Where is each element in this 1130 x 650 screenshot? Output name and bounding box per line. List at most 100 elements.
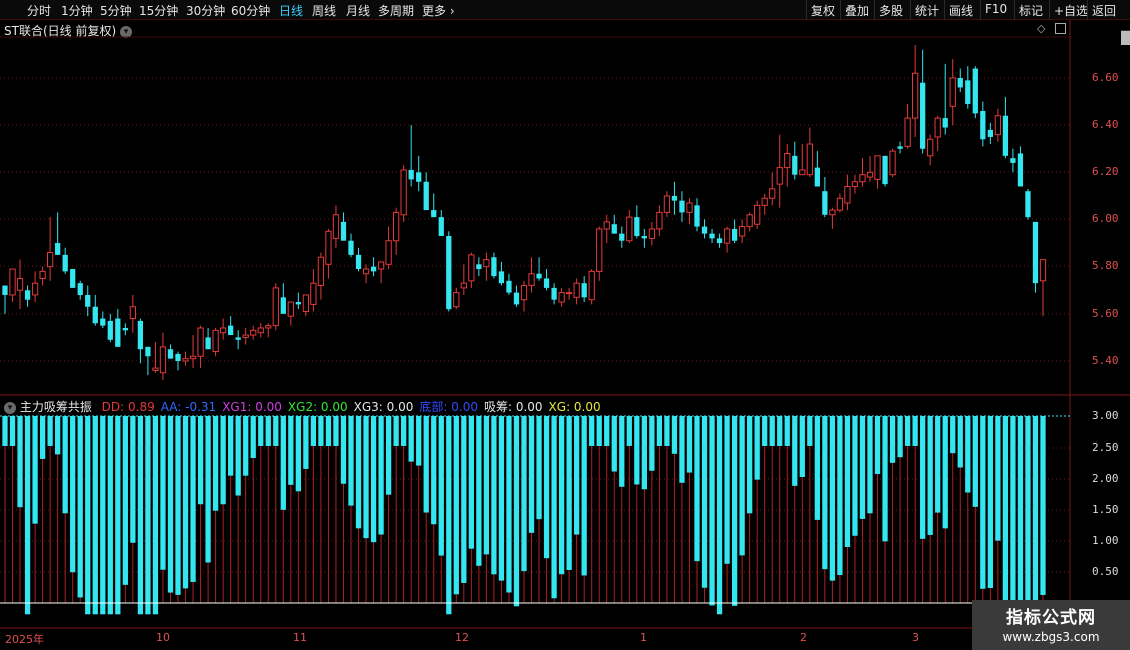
indicator-cyan-bar bbox=[115, 416, 121, 615]
indicator-cyan-bar bbox=[295, 416, 301, 492]
indicator-cyan-bar bbox=[799, 416, 805, 478]
indicator-cyan-bar bbox=[814, 416, 820, 520]
indicator-cyan-bar bbox=[1010, 416, 1016, 615]
indicator-cyan-bar bbox=[39, 416, 46, 459]
candle-body bbox=[92, 306, 98, 324]
candle-body bbox=[686, 202, 693, 213]
candle-body bbox=[235, 337, 241, 340]
candle-body bbox=[431, 210, 437, 218]
candle-body bbox=[46, 252, 54, 268]
indicator-cyan-bar bbox=[160, 416, 166, 570]
kline-chart[interactable] bbox=[0, 0, 1130, 650]
indicator-cyan-bar bbox=[912, 416, 918, 446]
indicator-cyan-bar bbox=[370, 416, 377, 543]
candle-body bbox=[70, 269, 76, 288]
candle-body bbox=[551, 287, 557, 300]
candle-body bbox=[1002, 115, 1009, 156]
indicator-cyan-bar bbox=[829, 416, 836, 581]
indicator-cyan-bar bbox=[393, 416, 399, 446]
candle-body bbox=[468, 254, 475, 282]
indicator-cyan-bar bbox=[987, 416, 993, 589]
indicator-cyan-bar bbox=[950, 416, 956, 454]
candle-body bbox=[596, 228, 603, 272]
indicator-cyan-bar bbox=[9, 416, 16, 446]
indicator-cyan-bar bbox=[280, 416, 286, 510]
indicator-cyan-bar bbox=[1002, 416, 1009, 615]
indicator-cyan-bar bbox=[348, 416, 354, 506]
indicator-cyan-bar bbox=[55, 416, 61, 455]
candle-body bbox=[716, 238, 723, 244]
indicator-tick: 3.00 bbox=[1092, 409, 1119, 422]
candle-body bbox=[634, 217, 640, 237]
indicator-cyan-bar bbox=[265, 416, 271, 446]
indicator-cyan-bar bbox=[273, 416, 279, 446]
candle-body bbox=[671, 195, 678, 201]
candle-body bbox=[520, 285, 528, 301]
indicator-cyan-bar bbox=[250, 416, 256, 459]
candle-body bbox=[355, 254, 362, 270]
indicator-cyan-bar bbox=[303, 416, 309, 469]
indicator-cyan-bar bbox=[438, 416, 444, 556]
candle-body bbox=[416, 172, 422, 182]
candle-body bbox=[219, 327, 227, 334]
indicator-tick: 1.00 bbox=[1092, 534, 1119, 547]
candle-body bbox=[137, 320, 144, 350]
candle-body bbox=[85, 294, 91, 307]
indicator-cyan-bar bbox=[581, 416, 587, 576]
indicator-cyan-bar bbox=[325, 416, 332, 446]
candle-body bbox=[332, 214, 340, 239]
price-tick: 6.40 bbox=[1092, 118, 1119, 131]
indicator-cyan-bar bbox=[476, 416, 482, 566]
indicator-cyan-bar bbox=[859, 416, 866, 519]
candle-body bbox=[24, 290, 31, 300]
indicator-cyan-bar bbox=[792, 416, 798, 486]
indicator-cyan-bar bbox=[235, 416, 241, 496]
candle-body bbox=[145, 346, 151, 357]
candle-body bbox=[731, 228, 738, 241]
price-tick: 5.80 bbox=[1092, 259, 1119, 272]
candle-body bbox=[362, 268, 370, 275]
candle-body bbox=[250, 329, 257, 336]
candle-body bbox=[709, 233, 715, 239]
candle-body bbox=[957, 78, 963, 88]
candle-body bbox=[911, 72, 919, 119]
candle-body bbox=[498, 271, 505, 284]
candle-body bbox=[408, 169, 414, 180]
date-tick: 2025年 bbox=[5, 633, 44, 646]
date-tick: 12 bbox=[455, 631, 469, 644]
indicator-cyan-bar bbox=[85, 416, 91, 615]
candle-body bbox=[31, 282, 39, 296]
candle-body bbox=[927, 138, 934, 157]
candle-body bbox=[761, 197, 768, 206]
indicator-cyan-bar bbox=[521, 416, 527, 572]
candle-body bbox=[175, 353, 181, 361]
indicator-cyan-bar bbox=[1025, 416, 1031, 615]
indicator-cyan-bar bbox=[318, 416, 324, 446]
candle-body bbox=[446, 236, 452, 310]
indicator-cyan-bar bbox=[874, 416, 881, 475]
indicator-cyan-bar bbox=[100, 416, 106, 615]
indicator-cyan-bar bbox=[709, 416, 715, 606]
candle-body bbox=[949, 77, 956, 107]
date-tick: 3 bbox=[912, 631, 919, 644]
candle-body bbox=[611, 224, 617, 234]
candle-body bbox=[836, 197, 844, 211]
indicator-cyan-bar bbox=[656, 416, 663, 446]
candle-body bbox=[115, 318, 121, 347]
candle-body bbox=[543, 278, 550, 288]
indicator-cyan-bar bbox=[558, 416, 565, 575]
candle-body bbox=[423, 181, 429, 211]
indicator-cyan-bar bbox=[619, 416, 625, 487]
indicator-cyan-bar bbox=[212, 416, 219, 511]
indicator-cyan-bar bbox=[574, 416, 580, 535]
date-tick: 11 bbox=[293, 631, 307, 644]
indicator-cyan-bar bbox=[513, 416, 520, 607]
candle-body bbox=[866, 171, 874, 178]
indicator-cyan-bar bbox=[1017, 416, 1024, 615]
indicator-tick: 2.00 bbox=[1092, 472, 1119, 485]
indicator-cyan-bar bbox=[679, 416, 685, 483]
candle-body bbox=[348, 240, 354, 255]
indicator-cyan-bar bbox=[822, 416, 828, 570]
indicator-cyan-bar bbox=[355, 416, 362, 529]
price-tick: 6.60 bbox=[1092, 71, 1119, 84]
